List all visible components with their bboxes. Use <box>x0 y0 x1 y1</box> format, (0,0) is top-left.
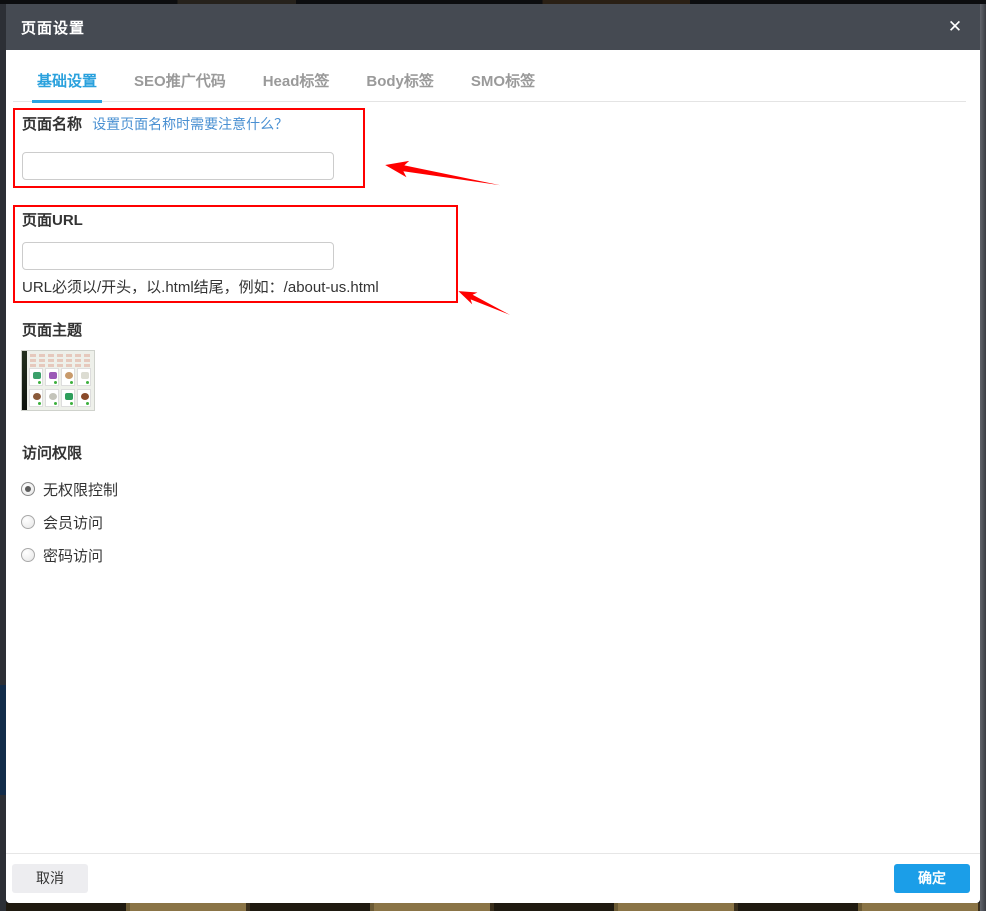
thumb-product-card <box>29 368 43 386</box>
radio-member-access[interactable]: 会员访问 <box>21 511 118 533</box>
tab-seo-code[interactable]: SEO推广代码 <box>129 66 231 101</box>
thumb-product-card <box>29 389 43 407</box>
thumb-product-card <box>77 368 91 386</box>
screen: 页面设置 ✕ 基础设置 SEO推广代码 Head标签 Body标签 SMO标签 … <box>0 0 986 911</box>
thumb-header-row <box>30 359 91 362</box>
thumb-product-card <box>61 368 75 386</box>
dialog-title: 页面设置 <box>21 17 85 38</box>
thumb-header-row <box>30 354 91 357</box>
radio-selected-icon[interactable] <box>21 482 35 496</box>
settings-tabbar: 基础设置 SEO推广代码 Head标签 Body标签 SMO标签 <box>13 66 966 102</box>
thumb-product-card <box>45 389 59 407</box>
thumb-product-card <box>45 368 59 386</box>
page-theme-label-row: 页面主题 <box>22 320 82 342</box>
thumb-header-row <box>30 364 91 367</box>
tab-smo-tag[interactable]: SMO标签 <box>466 66 540 101</box>
page-name-label: 页面名称 <box>22 116 82 133</box>
thumb-product-card <box>77 389 91 407</box>
thumb-product-grid <box>29 368 92 408</box>
theme-preview-thumbnail[interactable] <box>21 350 95 411</box>
page-settings-dialog: 页面设置 ✕ 基础设置 SEO推广代码 Head标签 Body标签 SMO标签 … <box>6 4 980 903</box>
page-name-label-row: 页面名称 设置页面名称时需要注意什么？ <box>22 113 288 136</box>
page-name-help-link[interactable]: 设置页面名称时需要注意什么？ <box>92 116 288 132</box>
access-label-row: 访问权限 <box>22 443 82 465</box>
annotation-arrow-page-name <box>383 157 503 195</box>
dialog-header: 页面设置 ✕ <box>6 4 980 50</box>
annotation-arrow-page-url <box>455 285 514 323</box>
page-name-input[interactable] <box>22 152 334 180</box>
background-page-right <box>980 4 986 911</box>
page-url-input[interactable] <box>22 242 334 270</box>
radio-label: 密码访问 <box>43 545 103 566</box>
background-page-bottom <box>6 903 980 911</box>
thumb-sidebar <box>22 351 27 410</box>
radio-unselected-icon[interactable] <box>21 515 35 529</box>
radio-password-access[interactable]: 密码访问 <box>21 544 118 566</box>
cancel-button[interactable]: 取消 <box>12 864 88 893</box>
radio-label: 会员访问 <box>43 512 103 533</box>
radio-unselected-icon[interactable] <box>21 548 35 562</box>
page-theme-label: 页面主题 <box>22 322 82 339</box>
tab-body-tag[interactable]: Body标签 <box>361 66 439 101</box>
page-url-label-row: 页面URL <box>22 210 83 232</box>
radio-no-permission[interactable]: 无权限控制 <box>21 478 118 500</box>
thumb-product-card <box>61 389 75 407</box>
page-url-hint: URL必须以/开头，以.html结尾，例如：/about-us.html <box>22 276 379 297</box>
close-icon[interactable]: ✕ <box>944 16 966 38</box>
access-label: 访问权限 <box>22 445 82 462</box>
confirm-button[interactable]: 确定 <box>894 864 970 893</box>
radio-label: 无权限控制 <box>43 479 118 500</box>
tab-head-tag[interactable]: Head标签 <box>258 66 335 101</box>
page-url-label: 页面URL <box>22 212 83 229</box>
tab-basic-settings[interactable]: 基础设置 <box>32 66 102 103</box>
dialog-footer: 取消 确定 <box>6 853 980 903</box>
access-radio-group: 无权限控制 会员访问 密码访问 <box>21 478 118 577</box>
